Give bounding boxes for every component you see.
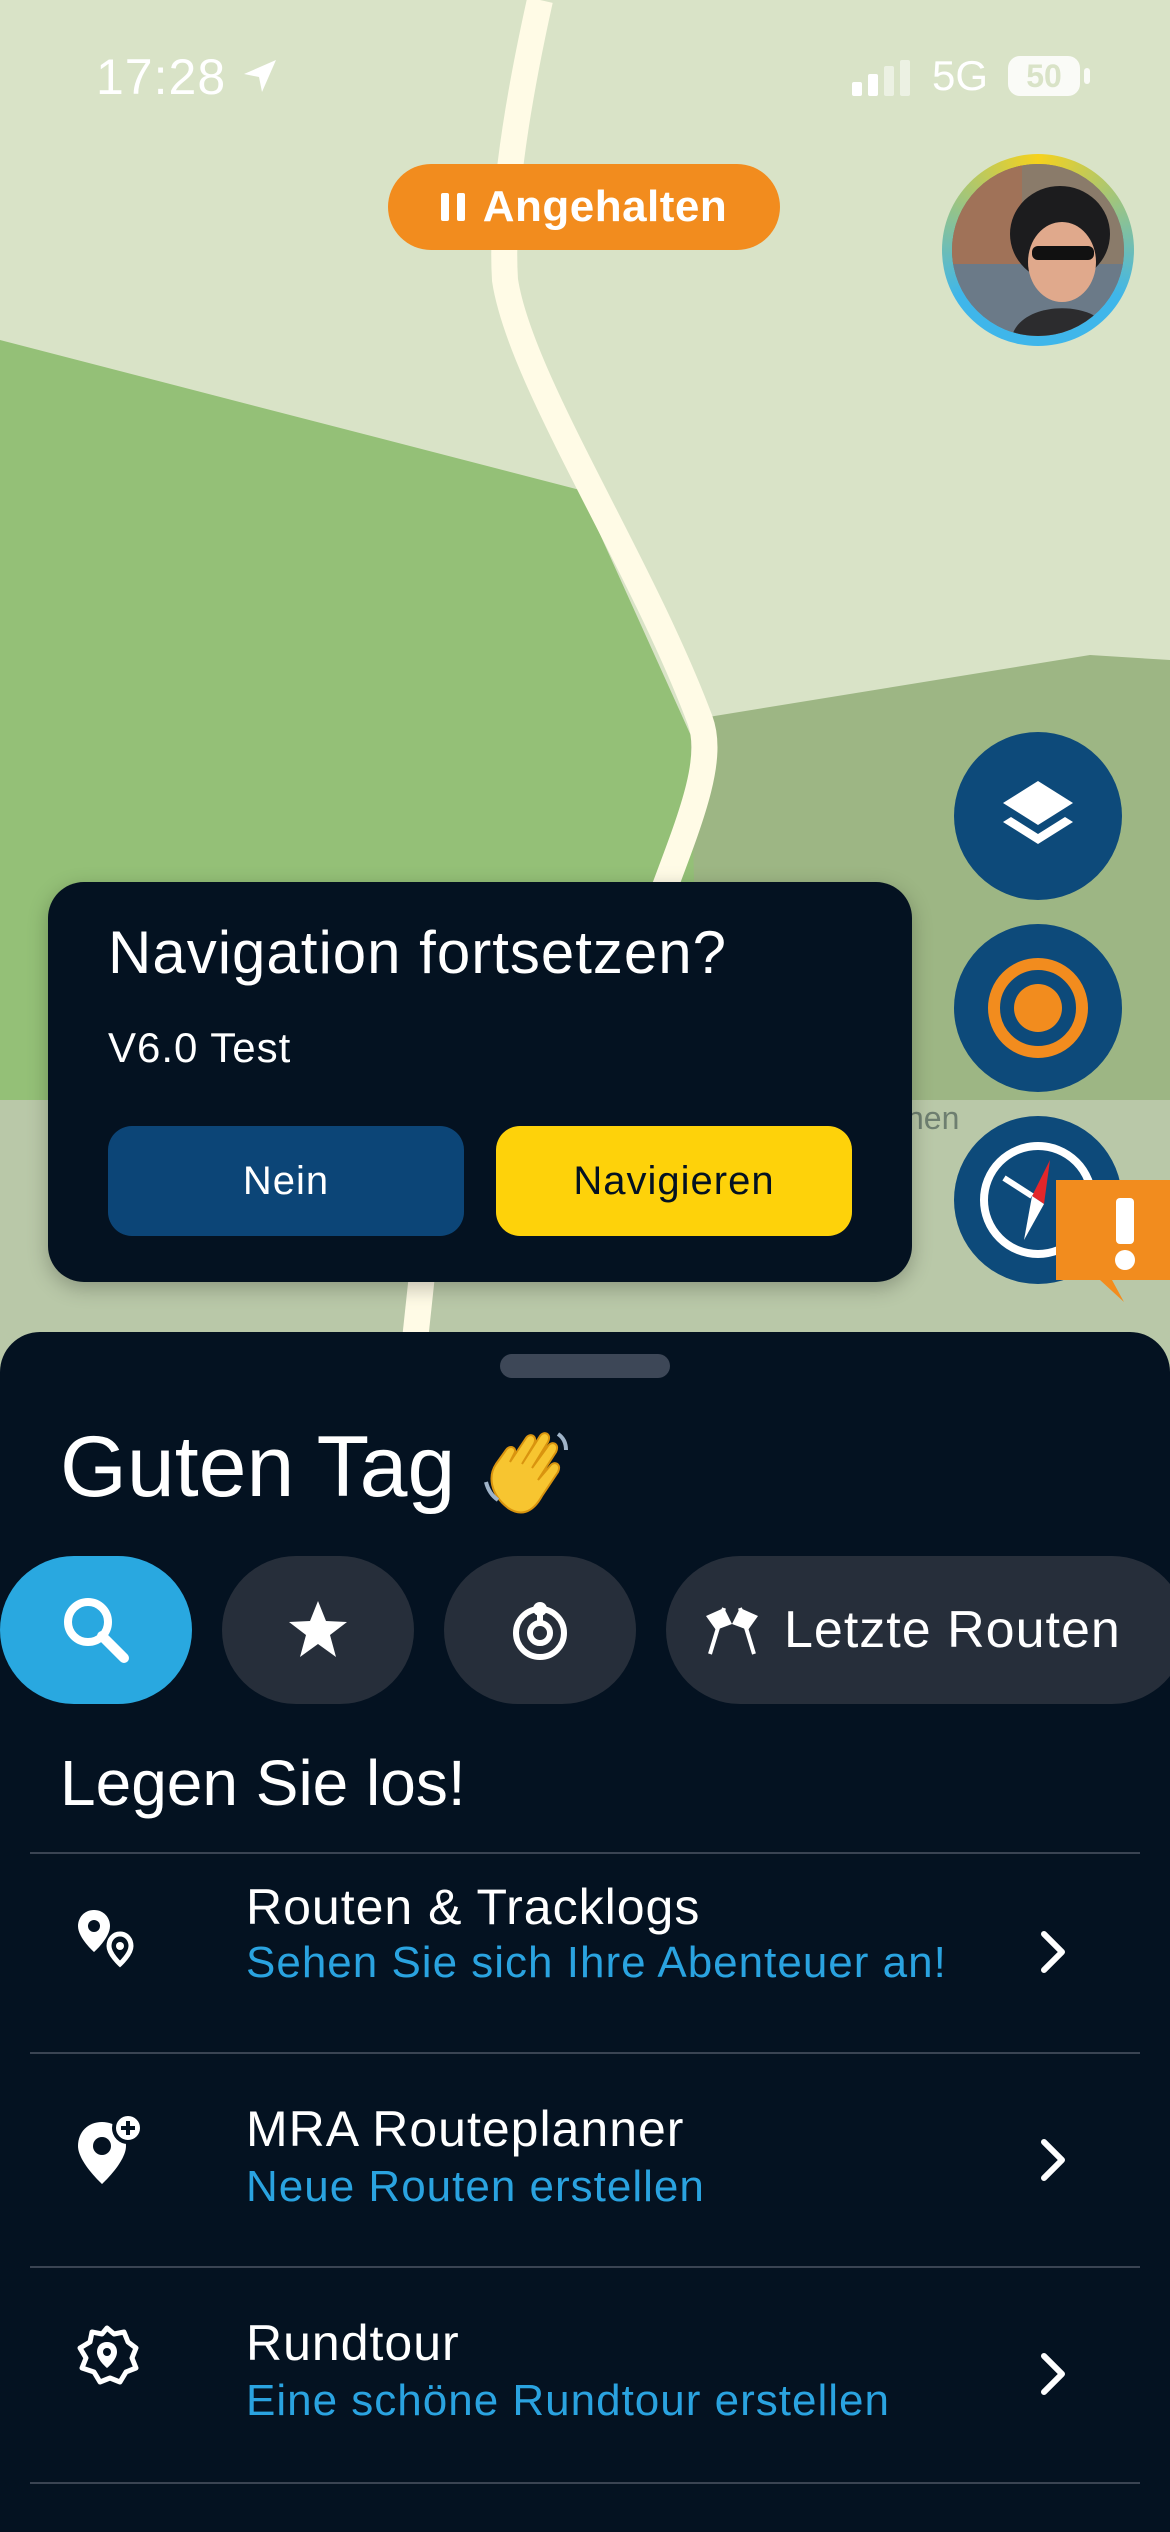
nearby-chip[interactable] bbox=[444, 1556, 636, 1704]
recent-routes-chip[interactable]: Letzte Routen bbox=[666, 1556, 1170, 1704]
item-subtitle: Neue Routen erstellen bbox=[246, 2162, 705, 2211]
round-trip-icon bbox=[74, 2322, 140, 2393]
checkered-flags-icon bbox=[706, 1607, 758, 1655]
bottom-sheet: Guten Tag Letzte Routen Legen Sie los! R… bbox=[0, 1332, 1170, 2532]
map-place-label: hen bbox=[906, 1100, 960, 1136]
route-pins-icon bbox=[74, 1906, 138, 1975]
location-arrow-icon bbox=[240, 56, 280, 101]
search-icon bbox=[64, 1598, 129, 1663]
star-icon bbox=[289, 1601, 347, 1657]
item-subtitle: Sehen Sie sich Ihre Abenteuer an! bbox=[246, 1938, 947, 1987]
item-subtitle: Eine schöne Rundtour erstellen bbox=[246, 2376, 890, 2425]
favorites-chip[interactable] bbox=[222, 1556, 414, 1704]
navigate-button[interactable]: Navigieren bbox=[496, 1126, 852, 1236]
section-title: Legen Sie los! bbox=[60, 1747, 466, 1819]
list-item-rundtour[interactable]: Rundtour Eine schöne Rundtour erstellen bbox=[30, 2268, 1140, 2482]
layers-icon bbox=[1003, 781, 1073, 844]
paused-status-button[interactable]: Angehalten bbox=[388, 164, 780, 250]
divider bbox=[30, 2482, 1140, 2484]
network-type: 5G bbox=[932, 52, 989, 99]
item-title: Rundtour bbox=[246, 2315, 460, 2371]
chevron-right-icon bbox=[1038, 2352, 1068, 2401]
chevron-right-icon bbox=[1038, 1930, 1068, 1979]
dialog-route-name: V6.0 Test bbox=[108, 1024, 292, 1071]
item-title: MRA Routeplanner bbox=[246, 2101, 685, 2157]
resume-navigation-dialog: Navigation fortsetzen? V6.0 Test Nein Na… bbox=[48, 882, 912, 1282]
profile-avatar-button[interactable] bbox=[942, 154, 1134, 346]
map-layers-button[interactable] bbox=[954, 732, 1122, 900]
hazard-alert-icon[interactable] bbox=[1056, 1180, 1170, 1302]
list-item-mra-routeplanner[interactable]: MRA Routeplanner Neue Routen erstellen bbox=[30, 2054, 1140, 2266]
radar-icon bbox=[513, 1602, 567, 1660]
recenter-location-button[interactable] bbox=[954, 924, 1122, 1092]
list-item-routes-tracklogs[interactable]: Routen & Tracklogs Sehen Sie sich Ihre A… bbox=[30, 1854, 1140, 2052]
cellular-signal-icon bbox=[852, 60, 916, 101]
target-icon bbox=[988, 958, 1088, 1058]
chevron-right-icon bbox=[1038, 2138, 1068, 2187]
add-pin-icon bbox=[74, 2112, 144, 2193]
no-button[interactable]: Nein bbox=[108, 1126, 464, 1236]
greeting-title: Guten Tag bbox=[60, 1419, 456, 1515]
battery-cap bbox=[1084, 68, 1090, 84]
status-time: 17:28 bbox=[96, 49, 227, 105]
waving-hand-icon bbox=[478, 1420, 578, 1525]
battery-icon: 50 bbox=[1008, 56, 1080, 96]
sheet-drag-handle[interactable] bbox=[500, 1354, 670, 1378]
item-title: Routen & Tracklogs bbox=[246, 1879, 701, 1935]
pause-icon bbox=[440, 193, 465, 221]
dialog-title: Navigation fortsetzen? bbox=[108, 919, 728, 986]
avatar bbox=[952, 164, 1124, 336]
recent-routes-label: Letzte Routen bbox=[784, 1601, 1121, 1659]
search-chip[interactable] bbox=[0, 1556, 192, 1704]
paused-label: Angehalten bbox=[482, 182, 728, 231]
